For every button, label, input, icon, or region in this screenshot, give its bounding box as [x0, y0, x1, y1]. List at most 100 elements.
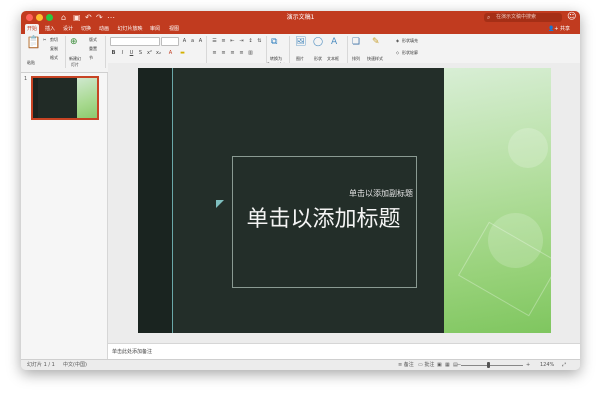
bold-icon[interactable]: B	[110, 50, 117, 57]
font-name-field[interactable]	[110, 37, 160, 46]
title-bar: ⌂ ▣ ↶ ↷ ⋯ 演示文稿1 ⌕ 在演示文稿中搜索 ☺	[21, 11, 580, 24]
zoom-in-icon[interactable]: +	[526, 360, 530, 370]
language-indicator[interactable]: 中文(中国)	[63, 360, 87, 370]
format-label[interactable]: 格式	[50, 55, 58, 61]
picture-icon[interactable]: 🖼	[295, 37, 306, 47]
text-direction-icon[interactable]: ⇅	[256, 38, 263, 45]
shape-icon[interactable]: ◯	[313, 37, 323, 47]
slide-left-strip	[138, 68, 172, 333]
increase-indent-icon[interactable]: ⇥	[238, 38, 245, 45]
thumbnail-dark-area	[33, 78, 77, 118]
share-icon: 👤+	[548, 26, 559, 32]
underline-icon[interactable]: U	[128, 50, 135, 57]
textbox-label[interactable]: 文本框	[327, 56, 339, 62]
copy-label[interactable]: 复制	[50, 46, 58, 52]
accent-triangle	[216, 200, 224, 208]
shrink-font-icon[interactable]: a	[189, 38, 196, 45]
decrease-indent-icon[interactable]: ⇤	[229, 38, 236, 45]
slide-thumbnail-pane: 1	[21, 73, 108, 359]
reset-label[interactable]: 重置	[89, 46, 97, 52]
slide-accent-line	[172, 68, 173, 333]
notes-pane[interactable]: 单击此处添加备注	[108, 343, 580, 360]
share-button[interactable]: 👤+ 共享	[548, 24, 570, 34]
smartart-icon[interactable]: ⧉	[271, 37, 277, 47]
clear-format-icon[interactable]: A	[197, 38, 204, 45]
search-input[interactable]: ⌕ 在演示文稿中搜索	[484, 13, 562, 22]
highlight-icon[interactable]: ▬	[179, 50, 186, 57]
powerpoint-window: ⌂ ▣ ↶ ↷ ⋯ 演示文稿1 ⌕ 在演示文稿中搜索 ☺ 开始 插入 设计 切换…	[21, 11, 580, 370]
tab-home[interactable]: 开始	[25, 24, 39, 34]
thumbnail-green-panel	[77, 78, 97, 118]
justify-icon[interactable]: ≡	[238, 50, 245, 57]
tab-slideshow[interactable]: 幻灯片放映	[117, 24, 143, 34]
zoom-slider-track[interactable]	[461, 365, 523, 366]
notes-placeholder: 单击此处添加备注	[112, 349, 153, 355]
slide-subtitle[interactable]: 单击以添加副标题	[232, 188, 413, 199]
align-right-icon[interactable]: ≡	[229, 50, 236, 57]
section-label[interactable]: 节	[89, 55, 93, 61]
slide-thumbnail[interactable]	[31, 76, 99, 120]
bullets-icon[interactable]: ☰	[211, 38, 218, 45]
decor-circle	[508, 128, 548, 168]
notes-toggle[interactable]: ≡ 备注	[398, 360, 414, 370]
subscript-icon[interactable]: x₂	[155, 50, 162, 57]
paste-label[interactable]: 粘贴	[27, 60, 35, 66]
notes-icon: ≡	[398, 362, 403, 368]
fit-to-window-icon[interactable]: ⤢	[562, 360, 566, 370]
shape-outline-icon[interactable]: ◇	[396, 50, 399, 56]
notes-toggle-label: 备注	[403, 362, 414, 368]
align-left-icon[interactable]: ≡	[211, 50, 218, 57]
superscript-icon[interactable]: x²	[146, 50, 153, 57]
font-color-icon[interactable]: A	[167, 50, 174, 57]
picture-label[interactable]: 图片	[296, 56, 304, 62]
shape-fill-label[interactable]: 形状填充	[402, 38, 418, 44]
feedback-smiley-icon[interactable]: ☺	[567, 12, 576, 23]
status-bar: 幻灯片 1 / 1 中文(中国) ≡ 备注 ▭ 批注 ▣ ▦ ▤ − + 124…	[21, 359, 580, 370]
grow-font-icon[interactable]: A	[181, 38, 188, 45]
shape-outline-label[interactable]: 形状轮廓	[402, 50, 418, 56]
zoom-slider-thumb[interactable]	[487, 362, 490, 368]
comments-toggle[interactable]: ▭ 批注	[418, 360, 434, 370]
arrange-label[interactable]: 排列	[352, 56, 360, 62]
search-placeholder: 在演示文稿中搜索	[496, 14, 537, 20]
arrange-icon[interactable]: ❏	[352, 37, 360, 47]
shape-label[interactable]: 形状	[314, 56, 322, 62]
sorter-view-icon[interactable]: ▦	[445, 360, 450, 370]
slide-canvas: 单击以添加副标题 单击以添加标题	[108, 63, 580, 343]
zoom-level[interactable]: 124%	[540, 360, 554, 370]
search-icon: ⌕	[487, 14, 491, 21]
tab-view[interactable]: 视图	[167, 24, 181, 34]
align-center-icon[interactable]: ≡	[220, 50, 227, 57]
paste-icon[interactable]: 📋	[26, 36, 41, 48]
italic-icon[interactable]: I	[119, 50, 126, 57]
font-size-field[interactable]	[161, 37, 179, 46]
tab-design[interactable]: 设计	[61, 24, 75, 34]
ribbon-tabs: 开始 插入 设计 切换 动画 幻灯片放映 审阅 视图 👤+ 共享	[21, 24, 580, 34]
quick-styles-icon[interactable]: ✎	[372, 37, 380, 47]
layout-label[interactable]: 版式	[89, 37, 97, 43]
quick-styles-label[interactable]: 快速样式	[367, 56, 383, 62]
share-label: 共享	[560, 26, 571, 32]
shape-fill-icon[interactable]: ◈	[396, 38, 399, 44]
slide-counter: 幻灯片 1 / 1	[27, 362, 55, 368]
slide[interactable]: 单击以添加副标题 单击以添加标题	[138, 68, 551, 333]
line-spacing-icon[interactable]: ↕	[247, 38, 254, 45]
new-slide-icon[interactable]: ⊕	[70, 37, 78, 47]
new-slide-label[interactable]: 新建幻灯片	[68, 56, 82, 68]
strikethrough-icon[interactable]: S	[137, 50, 144, 57]
slide-title[interactable]: 单击以添加标题	[232, 201, 415, 233]
columns-icon[interactable]: ▥	[247, 50, 254, 57]
cut-label[interactable]: 剪切	[50, 37, 58, 43]
cut-icon[interactable]: ✂	[43, 37, 46, 43]
comments-icon: ▭	[418, 362, 423, 368]
numbering-icon[interactable]: ≡	[220, 38, 227, 45]
tab-transitions[interactable]: 切换	[79, 24, 93, 34]
tab-animations[interactable]: 动画	[97, 24, 111, 34]
textbox-icon[interactable]: A	[331, 37, 337, 47]
tab-review[interactable]: 审阅	[148, 24, 162, 34]
normal-view-icon[interactable]: ▣	[437, 360, 442, 370]
tab-insert[interactable]: 插入	[43, 24, 57, 34]
comments-toggle-label: 批注	[424, 362, 435, 368]
thumbnail-number: 1	[24, 76, 28, 82]
ribbon-separator	[105, 36, 106, 68]
